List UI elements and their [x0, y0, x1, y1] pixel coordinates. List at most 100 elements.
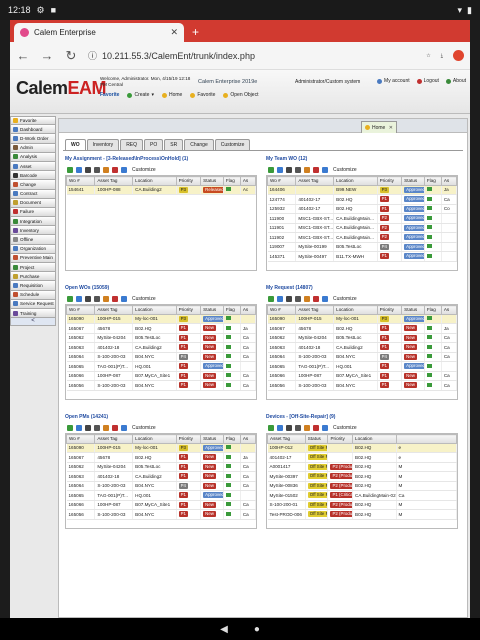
table-row[interactable]: 165056 S-100-200-03 B04.NYC P1 New Ca	[66, 380, 256, 391]
table-row[interactable]: Test-PROD-006Off Site Rep...P2 (Producti…	[267, 509, 457, 520]
sidebar-item[interactable]: Schedule	[10, 290, 56, 300]
extension-icon[interactable]	[453, 50, 464, 61]
table-row[interactable]: 165062 MySite-04204 B05.TestLoc P1 New Ca	[66, 333, 256, 343]
sidebar-item[interactable]: Purchase	[10, 272, 56, 282]
sidebar-item[interactable]: Offline	[10, 235, 56, 245]
column-header[interactable]: Flag	[423, 305, 442, 315]
zoom-icon[interactable]	[121, 295, 127, 302]
column-header[interactable]: Asset Tag	[267, 434, 306, 444]
expand-icon[interactable]	[277, 166, 283, 173]
refresh-icon[interactable]	[85, 295, 91, 302]
column-header[interactable]: Priority	[175, 176, 202, 186]
table-row[interactable]: MySite-00397Off Site Rep...P2 (Producti.…	[267, 471, 457, 482]
sidebar-item[interactable]: Service Request	[10, 299, 56, 309]
table-row[interactable]: 111900 MSC1-GBX-ST... CA.BuildingMain... P2…	[267, 213, 457, 224]
delete-icon[interactable]	[295, 295, 301, 302]
table-row[interactable]: 165066 100HP-087 B07.MyCA_Site1 P1 New Ca	[267, 371, 457, 381]
column-header[interactable]: Wo #	[66, 176, 96, 186]
delete-icon[interactable]	[94, 424, 100, 431]
column-header[interactable]: Status	[200, 176, 224, 186]
column-header[interactable]: Flag	[222, 434, 241, 444]
column-header[interactable]: Asset Tag	[295, 305, 335, 315]
delete-icon[interactable]	[295, 424, 301, 431]
filter-icon[interactable]	[313, 295, 319, 302]
table-row[interactable]: 145371 MySite-00497 B11.TX-MWH P1 Approved	[267, 251, 457, 262]
sidebar-item[interactable]: Favorite	[10, 116, 56, 126]
filter-icon[interactable]	[313, 424, 319, 431]
table-row[interactable]: MySite-00836Off Site Rep...P2 (Producti.…	[267, 481, 457, 491]
column-header[interactable]: Wo #	[267, 176, 297, 186]
refresh-icon[interactable]	[286, 166, 292, 173]
bookmark-star-icon[interactable]: ☆	[426, 53, 430, 59]
column-header[interactable]: Wo #	[66, 305, 96, 315]
table-row[interactable]: 165066 100HP-087 B07.MyCA_Site1 P1 New Ca	[66, 371, 256, 381]
sidebar-item[interactable]: Admin	[10, 143, 56, 153]
column-header[interactable]: Wo #	[66, 434, 96, 444]
column-header[interactable]: Asset Tag	[94, 176, 134, 186]
table-row[interactable]: 164406 B99.NEW P3 Approved Ja	[267, 185, 457, 195]
sidebar-item[interactable]: Preventive Main	[10, 253, 56, 263]
add-icon[interactable]	[67, 166, 73, 173]
column-header[interactable]: As	[239, 176, 256, 186]
column-header[interactable]: Status	[401, 176, 425, 186]
menu-home[interactable]: Home	[161, 92, 182, 98]
column-header[interactable]: Flag	[423, 176, 442, 186]
filter-icon[interactable]	[112, 166, 118, 173]
table-row[interactable]: 165090 100HP-015 My-loc-001 P3 Approved	[66, 314, 256, 324]
subtab-change[interactable]: Change	[184, 139, 214, 150]
refresh-icon[interactable]	[286, 295, 292, 302]
table-row[interactable]: 165056 S-100-200-03 B04.NYC P1 New Ca	[66, 509, 256, 520]
sidebar-item[interactable]: Contract	[10, 189, 56, 199]
download-icon[interactable]: ⤓	[441, 53, 443, 59]
table-row[interactable]: 165062 MySite-04204 B05.TestLoc P1 New Ca	[66, 462, 256, 472]
sidebar-item[interactable]: Requisition	[10, 281, 56, 291]
column-header[interactable]: Asset Tag	[94, 434, 134, 444]
table-row[interactable]: 165056 S-100-200-03 B04.NYC P1 New Ca	[267, 380, 457, 391]
column-header[interactable]: Location	[132, 305, 177, 315]
table-row[interactable]: 165064 S-100-200-03 B04.NYC P4 New Ca	[267, 352, 457, 362]
sidebar-item[interactable]: Asset	[10, 161, 56, 172]
search-icon[interactable]	[103, 295, 109, 302]
delete-icon[interactable]	[94, 166, 100, 173]
table-row[interactable]: 165063 401402-18 CA.Building2 P1 New Ca	[66, 471, 256, 482]
table-row[interactable]: 124774 401402-17 B02.HQ P1 Approved Ca	[267, 194, 457, 205]
column-header[interactable]: As	[440, 305, 457, 315]
column-header[interactable]	[395, 434, 457, 444]
zoom-icon[interactable]	[121, 166, 127, 173]
table-row[interactable]: A0001417Off Site Rep...P2 (Producti...B0…	[267, 462, 457, 472]
reload-icon[interactable]: ↻	[64, 48, 78, 64]
sidebar-item[interactable]: Integration	[10, 217, 56, 227]
close-home-tab-icon[interactable]: ✕	[389, 125, 393, 131]
table-row[interactable]: 125932 401402-17 B02.HQ P1 Approved Co	[267, 204, 457, 214]
table-row[interactable]: 165064 S-100-200-03 B04.NYC P4 New Ca	[66, 481, 256, 491]
column-header[interactable]: Priority	[376, 176, 403, 186]
sidebar-item[interactable]: Analysis	[10, 152, 56, 162]
search-icon[interactable]	[304, 424, 310, 431]
column-header[interactable]: As	[239, 305, 256, 315]
sidebar-item[interactable]: Training	[10, 308, 56, 319]
column-header[interactable]: Location	[132, 176, 177, 186]
column-header[interactable]: Wo #	[267, 305, 297, 315]
table-row[interactable]: 165067 45678 B02.HQ P1 New Ja	[66, 323, 256, 334]
my-account-link[interactable]: My account	[377, 78, 410, 84]
back-icon[interactable]: ←	[16, 48, 30, 63]
column-header[interactable]: As	[440, 176, 457, 186]
address-bar[interactable]: ⓘ 10.211.55.3/CalemEnt/trunk/index.php	[88, 49, 416, 62]
browser-tab[interactable]: Calem Enterprise ✕	[14, 23, 184, 42]
sidebar-item[interactable]: Organization	[10, 244, 56, 254]
logout-link[interactable]: Logout	[416, 78, 439, 84]
search-icon[interactable]	[304, 295, 310, 302]
column-header[interactable]: Location	[333, 176, 378, 186]
table-row[interactable]: 165062 MySite-04204 B05.TestLoc P1 New Ca	[267, 333, 457, 343]
subtab-customize[interactable]: Customize	[214, 139, 251, 150]
customize-button[interactable]: Customize	[132, 167, 156, 173]
search-icon[interactable]	[103, 166, 109, 173]
sidebar-item[interactable]: Document	[10, 198, 56, 208]
search-icon[interactable]	[103, 424, 109, 431]
delete-icon[interactable]	[295, 166, 301, 173]
home-tab[interactable]: Home ✕	[361, 121, 397, 133]
sidebar-item[interactable]: Barcode	[10, 171, 56, 181]
column-header[interactable]: Priority	[327, 434, 354, 444]
refresh-icon[interactable]	[85, 166, 91, 173]
table-row[interactable]: 100HP-012Off Site Rep... B02.HQe	[267, 443, 457, 453]
